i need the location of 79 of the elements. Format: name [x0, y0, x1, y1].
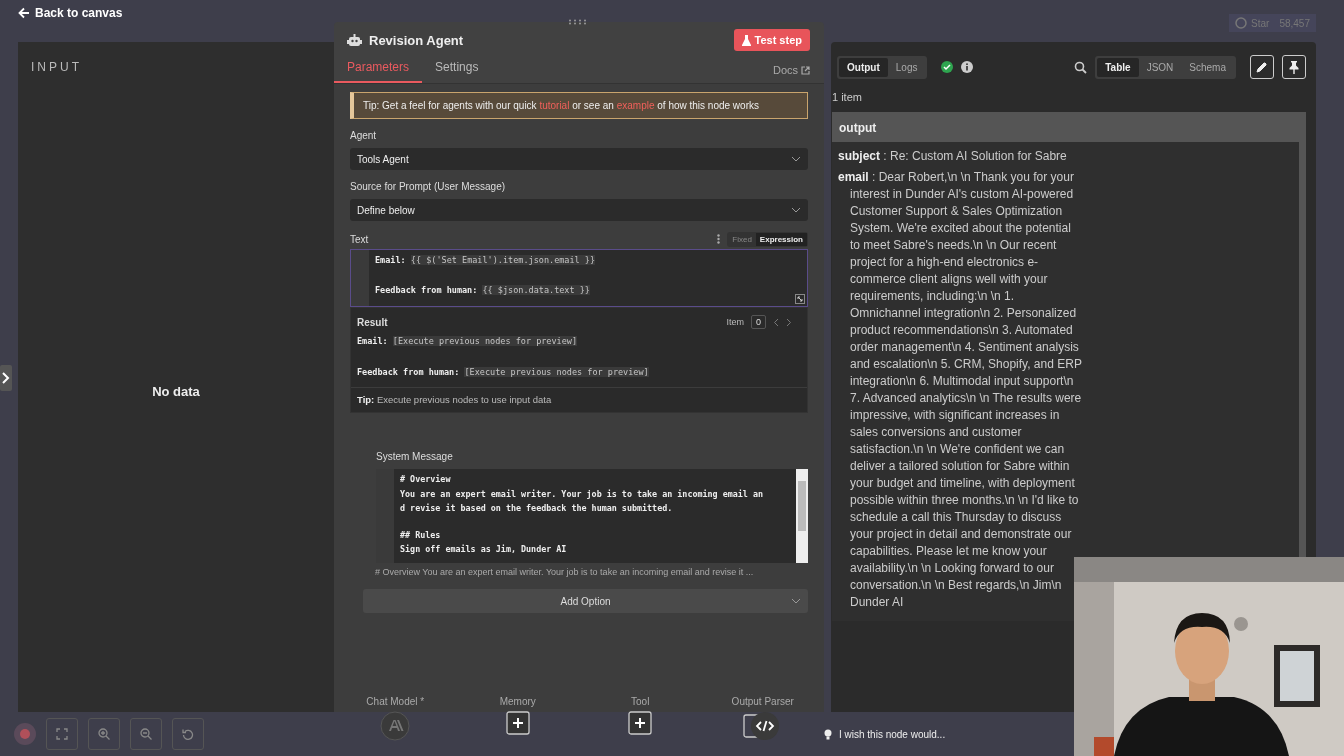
view-tab[interactable]: Schema	[1181, 57, 1234, 77]
pin-icon	[1289, 60, 1299, 74]
field-label: Text	[350, 233, 369, 245]
result-title: Result	[357, 316, 388, 328]
edit-button[interactable]	[1250, 55, 1274, 79]
select-field[interactable]: Tools Agent	[350, 148, 808, 170]
code-line: Email: {{ $('Set Email').item.json.email }}	[375, 255, 596, 265]
docs-link[interactable]: Docs	[772, 64, 810, 76]
resize-icon[interactable]	[795, 294, 805, 304]
panel-tab[interactable]: Output	[839, 57, 888, 77]
feedback-link[interactable]: I wish this node would...	[839, 728, 946, 740]
success-check-icon	[941, 61, 954, 73]
scrollbar[interactable]	[796, 469, 808, 563]
search-icon[interactable]	[1074, 60, 1088, 74]
field-label: System Message	[376, 451, 454, 462]
expression-editor[interactable]: Email: {{ $('Set Email').item.json.email }} Feedback from human: {{ $json.data.text }}	[350, 249, 808, 307]
previous-icon[interactable]	[773, 317, 779, 327]
code-line: Feedback from human: {{ $json.data.text }}	[375, 285, 591, 295]
chevron-down-icon	[791, 207, 801, 213]
code-line: You are an expert email writer. Your job is to take an incoming email an	[400, 488, 765, 499]
lightbulb-icon	[824, 728, 832, 740]
fit-view-icon	[56, 728, 68, 740]
reset-icon	[182, 728, 194, 740]
mode-toggle-option[interactable]: Expression	[755, 232, 807, 246]
reset-button[interactable]	[172, 718, 204, 750]
system-message-editor[interactable]: # Overview You are an expert email writer. Your job is to take an incoming email an d revise it based on the feedback the human submitted. ## Rules Sign off emails as Jim, Dunder AI	[376, 469, 808, 563]
pin-button[interactable]	[1282, 55, 1306, 79]
item-label: Item	[726, 317, 744, 327]
add-icon[interactable]	[505, 711, 530, 735]
code-line: Sign off emails as Jim, Dunder AI	[400, 544, 568, 554]
select-field[interactable]: Define below	[350, 199, 808, 221]
code-line: d revise it based on the feedback the human submitted.	[400, 503, 674, 513]
back-arrow-icon	[18, 7, 30, 19]
add-option-button[interactable]: Add Option	[363, 589, 808, 613]
connector-label: Tool	[631, 696, 650, 707]
back-to-canvas-link[interactable]: Back to canvas	[18, 6, 123, 20]
code-line: # Overview	[400, 474, 452, 484]
robot-icon	[347, 33, 362, 47]
field-label: Source for Prompt (User Message)	[350, 181, 507, 192]
tip-banner: Tip: Get a feel for agents with our quick tutorial or see an example of how this node works	[350, 92, 808, 119]
expand-icon[interactable]	[0, 365, 12, 391]
more-options-icon[interactable]	[717, 234, 721, 244]
field-value: subject : Re: Custom AI Solution for Sabre	[838, 148, 1068, 165]
zoom-out-icon	[140, 728, 152, 740]
tab[interactable]: Settings	[422, 57, 492, 83]
view-tab[interactable]: Table	[1097, 57, 1139, 77]
field-value: email : Dear Robert,\n \n Thank you for your interest in Dunder AI's custom AI-powered Customer Support & Sales Optimization System. We're excited about the potential to meet Sabre's needs.\n \n Our recent project for a high-end electronics e-commerce client aligns well with your requirements, including:\n \n 1. Omnichannel integration\n 2. Personalized product recommendations\n 3. Automated order management\n 4. Sentiment analysis and escalation\n 5. CRM, Shopify, and ERP integration\n 6. Multimodal input support\n 7. Advanced analytics\n \n The results were impressive, with significant increases in sales conversions and customer satisfaction.\n \n We're confident we can deliver a tailored solution for Sabre within your budget and timeline, with deployment possible within three months.\n \n I'd like to schedule a call this Thursday to discuss your project in detail and demonstrate our capabilities. Please let me know your availability.\n \n Looking forward to our conversation.\n \n Best regards,\n Jim\n Dunder AI	[838, 169, 1083, 611]
next-icon[interactable]	[786, 317, 792, 327]
view-tab[interactable]: JSON	[1138, 57, 1182, 77]
external-link-icon	[801, 65, 810, 75]
flask-icon	[741, 34, 751, 46]
item-count: 1 item	[832, 91, 863, 103]
chevron-down-icon	[791, 598, 801, 604]
result-line: Feedback from human: [Execute previous nodes for preview]	[357, 367, 650, 377]
code-line: ## Rules	[400, 529, 442, 540]
tip-text: Tip: Execute previous nodes to use input data	[351, 387, 807, 412]
result-line: Email: [Execute previous nodes for preview]	[357, 336, 579, 346]
item-index-field[interactable]: 0	[751, 315, 766, 329]
test-step-button[interactable]: Test step	[733, 29, 810, 51]
connector-label: Memory	[499, 696, 536, 707]
pencil-icon	[1256, 61, 1268, 73]
connector-label: Output Parser	[731, 696, 794, 707]
empty-message: No data	[152, 384, 200, 399]
zoom-in-icon	[98, 728, 110, 740]
info-icon[interactable]	[961, 61, 974, 73]
github-icon	[1235, 17, 1248, 29]
column-header: output	[838, 120, 878, 137]
panel-tab[interactable]: Logs	[887, 57, 926, 77]
chevron-down-icon	[791, 156, 801, 162]
panel-title: INPUT	[31, 60, 83, 74]
connector-label: Chat Model *	[366, 696, 425, 707]
node-title: Revision Agent	[369, 32, 464, 48]
field-label: Agent	[350, 130, 378, 141]
model-logo-icon[interactable]	[380, 711, 411, 741]
zoom-in-button[interactable]	[88, 718, 120, 750]
add-icon[interactable]	[628, 711, 653, 735]
mode-toggle-option[interactable]: Fixed	[728, 232, 756, 246]
zoom-out-button[interactable]	[130, 718, 162, 750]
preview-text: # Overview You are an expert email writer. Your job is to take an incoming email and revise it ...	[375, 567, 755, 577]
